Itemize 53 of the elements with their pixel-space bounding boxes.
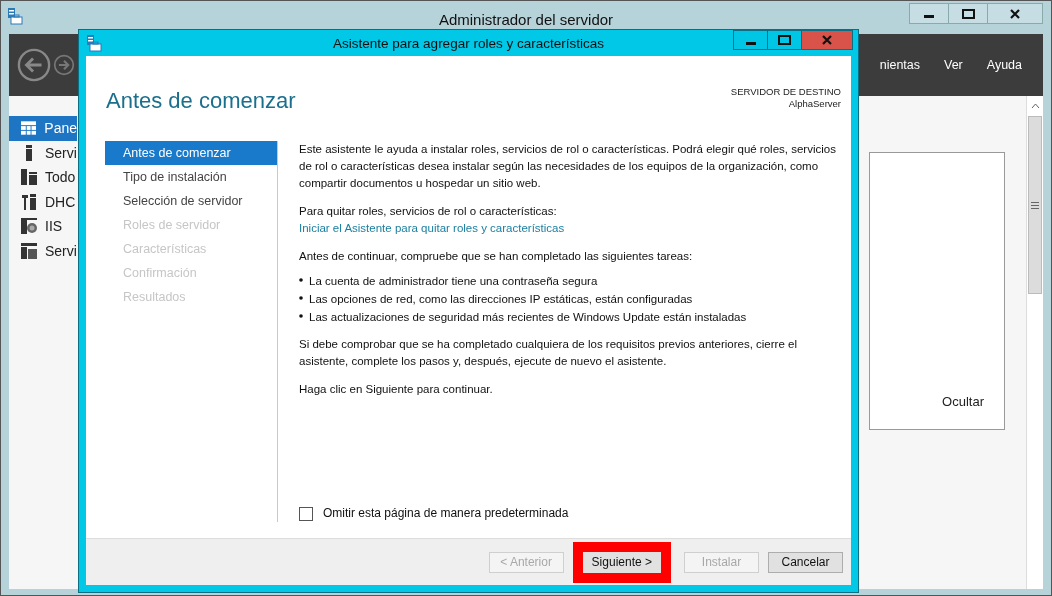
menu-item[interactable]: nientas	[866, 58, 931, 72]
task-item: La cuenta de administrador tiene una contraseña segura	[309, 274, 598, 289]
destination-server: AlphaServer	[788, 98, 841, 110]
scrollbar[interactable]	[1026, 96, 1043, 589]
continue-text: Haga clic en Siguiente para continuar.	[299, 382, 494, 397]
destination-label: SERVIDOR DE DESTINO	[730, 86, 841, 98]
bullet-icon	[299, 278, 303, 282]
close-icon	[1010, 8, 1020, 19]
wizard-step[interactable]: Tipo de instalación	[105, 165, 277, 189]
sidebar-item[interactable]: Servi	[9, 238, 77, 263]
close-button[interactable]	[801, 30, 853, 50]
window-title: Administrador del servidor	[438, 10, 614, 28]
app-icon	[7, 7, 23, 25]
remove-label: Para quitar roles, servicios de rol o características:	[299, 204, 557, 219]
close-icon	[822, 35, 832, 45]
globe-server-icon	[21, 218, 37, 235]
sidebar-item[interactable]: Todo	[9, 165, 77, 190]
page-heading: Antes de comenzar	[106, 88, 296, 115]
hide-link[interactable]: Ocultar	[942, 394, 984, 409]
maximize-button[interactable]	[767, 30, 802, 50]
note-text: Si debe comprobar que se ha completado cualquiera de los requisitos previos anteriores, cierre el asistente, complete los pasos y, después, ejecute de nuevo el asistente.	[299, 337, 798, 369]
tools-icon	[21, 193, 37, 210]
task-item: Las opciones de red, como las direcciones IP estáticas, están configuradas	[309, 292, 693, 307]
dashboard-icon	[21, 121, 37, 136]
file-server-icon	[21, 242, 37, 259]
sidebar-item[interactable]: DHC	[9, 189, 77, 214]
sidebar-item[interactable]: Pane	[9, 116, 77, 141]
sidebar-item[interactable]: Servi	[9, 140, 77, 165]
task-item: Las actualizaciones de seguridad más recientes de Windows Update están instaladas	[309, 310, 747, 325]
menu-item[interactable]: Ver	[931, 58, 974, 72]
bullet-icon	[299, 314, 303, 318]
checkbox-label[interactable]: Omitir esta página de manera predeterminada	[323, 505, 569, 522]
app-icon	[86, 34, 102, 52]
minimize-button[interactable]	[909, 3, 949, 24]
wizard-step[interactable]: Selección de servidor	[105, 189, 277, 213]
menu-item[interactable]: Ayuda	[973, 58, 1033, 72]
servers-icon	[21, 169, 37, 186]
checkbox[interactable]	[299, 506, 313, 521]
wizard-step[interactable]: Antes de comenzar	[105, 141, 277, 165]
remove-wizard-link[interactable]: Iniciar el Asistente para quitar roles y características	[299, 220, 565, 237]
forward-icon[interactable]	[53, 54, 75, 76]
scroll-up-icon[interactable]	[1030, 103, 1040, 109]
before-text: Antes de continuar, compruebe que se han completado las siguientes tareas:	[299, 249, 694, 264]
wizard-title: Asistente para agregar roles y características	[333, 35, 604, 51]
close-button[interactable]	[987, 3, 1043, 24]
minimize-button[interactable]	[733, 30, 768, 50]
wizard-button[interactable]: Cancelar	[768, 551, 843, 573]
bullet-icon	[299, 296, 303, 300]
maximize-button[interactable]	[948, 3, 988, 24]
grip-icon	[1031, 201, 1039, 209]
sidebar-item[interactable]: IIS	[9, 214, 77, 239]
back-icon[interactable]	[17, 48, 51, 82]
intro-text: Este asistente le ayuda a instalar roles, servicios de rol o características. Podrá elegir qué roles, servicios de rol o características desea instalar según las necesidades de los equipos de la organización, como compartir documentos u hospedar un sitio web.	[299, 142, 837, 191]
